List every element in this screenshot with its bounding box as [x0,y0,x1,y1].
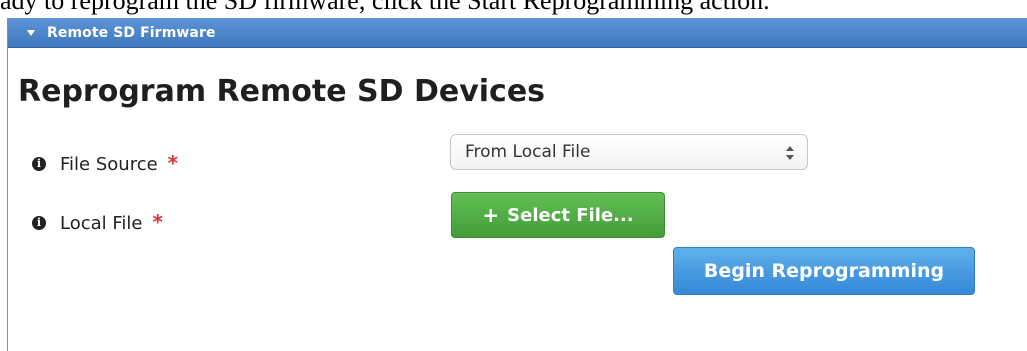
arrow-down-icon [786,155,794,160]
page-title: Reprogram Remote SD Devices [18,74,546,109]
updown-arrows-icon [786,146,794,160]
file-source-label: File Source [60,153,158,175]
panel-title: Remote SD Firmware [47,24,216,41]
instruction-text: ady to reprogram the SD firmware, click … [0,0,770,15]
begin-reprogramming-label: Begin Reprogramming [703,260,945,282]
local-file-label: Local File [60,212,143,234]
info-icon[interactable]: i [32,216,46,230]
remote-sd-firmware-panel: Remote SD Firmware [7,18,1027,351]
select-file-label: Select File... [507,204,634,226]
local-file-row: i Local File * [32,210,163,235]
file-source-selected-value: From Local File [465,142,591,162]
caret-down-icon[interactable] [27,29,35,36]
plus-icon: + [482,203,500,227]
required-marker: * [167,151,179,175]
select-file-button[interactable]: + Select File... [451,192,665,238]
required-marker: * [152,210,163,234]
file-source-row: i File Source * [32,151,179,176]
arrow-up-icon [786,146,794,151]
file-source-select[interactable]: From Local File [450,134,808,170]
begin-reprogramming-button[interactable]: Begin Reprogramming [673,247,975,295]
panel-header[interactable]: Remote SD Firmware [8,18,1027,48]
info-icon[interactable]: i [32,157,46,171]
